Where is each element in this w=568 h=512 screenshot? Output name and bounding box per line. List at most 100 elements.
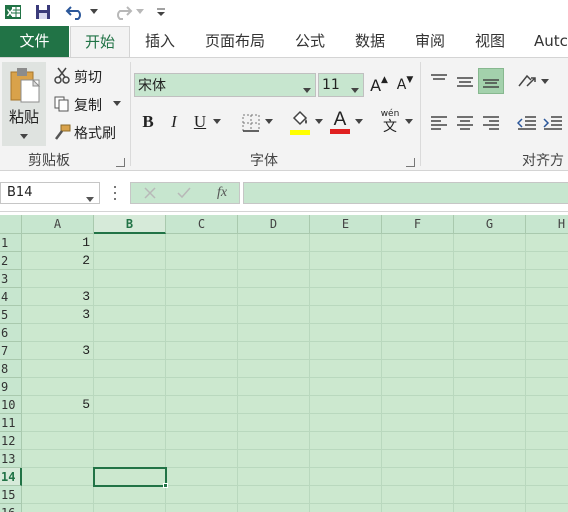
cell-g7[interactable] — [454, 342, 526, 360]
cell-f8[interactable] — [382, 360, 454, 378]
column-header-h[interactable]: H — [526, 215, 568, 234]
chevron-down-icon[interactable] — [86, 190, 94, 210]
row-header[interactable]: 13 — [0, 450, 22, 468]
scissors-icon[interactable] — [52, 66, 72, 86]
cell-f2[interactable] — [382, 252, 454, 270]
cell-f6[interactable] — [382, 324, 454, 342]
cell-f16[interactable] — [382, 504, 454, 512]
cell-h12[interactable] — [526, 432, 568, 450]
cell-a4[interactable]: 3 — [22, 288, 94, 306]
cell-c11[interactable] — [166, 414, 238, 432]
cell-d1[interactable] — [238, 234, 310, 252]
cell-h6[interactable] — [526, 324, 568, 342]
font-color-dropdown-icon[interactable] — [354, 116, 364, 128]
cell-c3[interactable] — [166, 270, 238, 288]
cell-a16[interactable] — [22, 504, 94, 512]
row-header[interactable]: 10 — [0, 396, 22, 414]
paste-button[interactable]: 粘贴 — [2, 62, 46, 146]
format-painter-button[interactable]: 格式刷 — [74, 123, 116, 143]
cell-b3[interactable] — [94, 270, 166, 288]
cell-g10[interactable] — [454, 396, 526, 414]
cell-c8[interactable] — [166, 360, 238, 378]
cell-c5[interactable] — [166, 306, 238, 324]
cell-f7[interactable] — [382, 342, 454, 360]
select-all-corner[interactable] — [0, 215, 22, 234]
cell-h13[interactable] — [526, 450, 568, 468]
chevron-down-icon[interactable] — [351, 82, 359, 98]
cell-f4[interactable] — [382, 288, 454, 306]
tab-insert[interactable]: 插入 — [134, 26, 186, 57]
cell-c2[interactable] — [166, 252, 238, 270]
fill-color-dropdown-icon[interactable] — [314, 116, 324, 128]
row-header[interactable]: 11 — [0, 414, 22, 432]
cell-h9[interactable] — [526, 378, 568, 396]
cell-e4[interactable] — [310, 288, 382, 306]
copy-icon[interactable] — [52, 94, 72, 114]
cell-b1[interactable] — [94, 234, 166, 252]
cell-f3[interactable] — [382, 270, 454, 288]
cell-g3[interactable] — [454, 270, 526, 288]
cell-g16[interactable] — [454, 504, 526, 512]
cell-g12[interactable] — [454, 432, 526, 450]
row-header[interactable]: 16 — [0, 504, 22, 512]
cell-f14[interactable] — [382, 468, 454, 486]
cell-f12[interactable] — [382, 432, 454, 450]
font-name-combobox[interactable]: 宋体 — [134, 73, 316, 97]
tab-file[interactable]: 文件 — [0, 26, 69, 57]
font-color-button[interactable]: A — [328, 108, 352, 136]
align-top-icon[interactable] — [428, 70, 450, 92]
undo-icon[interactable] — [64, 2, 88, 22]
insert-function-button[interactable]: fx — [210, 184, 234, 202]
cell-a1[interactable]: 1 — [22, 234, 94, 252]
orientation-icon[interactable] — [516, 70, 538, 92]
cell-d16[interactable] — [238, 504, 310, 512]
format-painter-icon[interactable] — [52, 122, 72, 142]
cell-g13[interactable] — [454, 450, 526, 468]
cell-e14[interactable] — [310, 468, 382, 486]
cell-g2[interactable] — [454, 252, 526, 270]
tab-automate[interactable]: Autc — [526, 26, 568, 57]
tab-view[interactable]: 视图 — [464, 26, 516, 57]
row-header[interactable]: 12 — [0, 432, 22, 450]
row-header[interactable]: 4 — [0, 288, 22, 306]
cell-d6[interactable] — [238, 324, 310, 342]
formula-input[interactable] — [243, 182, 568, 204]
tab-formulas[interactable]: 公式 — [284, 26, 336, 57]
cell-e16[interactable] — [310, 504, 382, 512]
formula-bar-grip-icon[interactable] — [112, 186, 118, 200]
column-header-a[interactable]: A — [22, 215, 94, 234]
cell-e15[interactable] — [310, 486, 382, 504]
phonetic-guide-button[interactable]: wén 文 — [378, 108, 402, 136]
cell-b16[interactable] — [94, 504, 166, 512]
column-header-d[interactable]: D — [238, 215, 310, 234]
cell-h4[interactable] — [526, 288, 568, 306]
enter-check-icon[interactable] — [174, 185, 194, 201]
row-header[interactable]: 5 — [0, 306, 22, 324]
cell-b9[interactable] — [94, 378, 166, 396]
cell-b10[interactable] — [94, 396, 166, 414]
cell-h7[interactable] — [526, 342, 568, 360]
cell-g15[interactable] — [454, 486, 526, 504]
cell-e10[interactable] — [310, 396, 382, 414]
align-middle-icon[interactable] — [454, 70, 476, 92]
decrease-indent-icon[interactable] — [516, 112, 538, 134]
cell-d2[interactable] — [238, 252, 310, 270]
cell-f10[interactable] — [382, 396, 454, 414]
cell-g6[interactable] — [454, 324, 526, 342]
cell-b7[interactable] — [94, 342, 166, 360]
column-header-e[interactable]: E — [310, 215, 382, 234]
cell-b12[interactable] — [94, 432, 166, 450]
cell-d4[interactable] — [238, 288, 310, 306]
shrink-font-button[interactable]: A ▼ — [394, 74, 416, 96]
cell-e12[interactable] — [310, 432, 382, 450]
row-header[interactable]: 1 — [0, 234, 22, 252]
cell-h10[interactable] — [526, 396, 568, 414]
cell-d8[interactable] — [238, 360, 310, 378]
phonetic-dropdown-icon[interactable] — [404, 116, 414, 128]
cell-h3[interactable] — [526, 270, 568, 288]
cell-c10[interactable] — [166, 396, 238, 414]
cell-d3[interactable] — [238, 270, 310, 288]
align-bottom-icon[interactable] — [478, 68, 504, 94]
orientation-dropdown-icon[interactable] — [540, 76, 550, 88]
cell-e3[interactable] — [310, 270, 382, 288]
